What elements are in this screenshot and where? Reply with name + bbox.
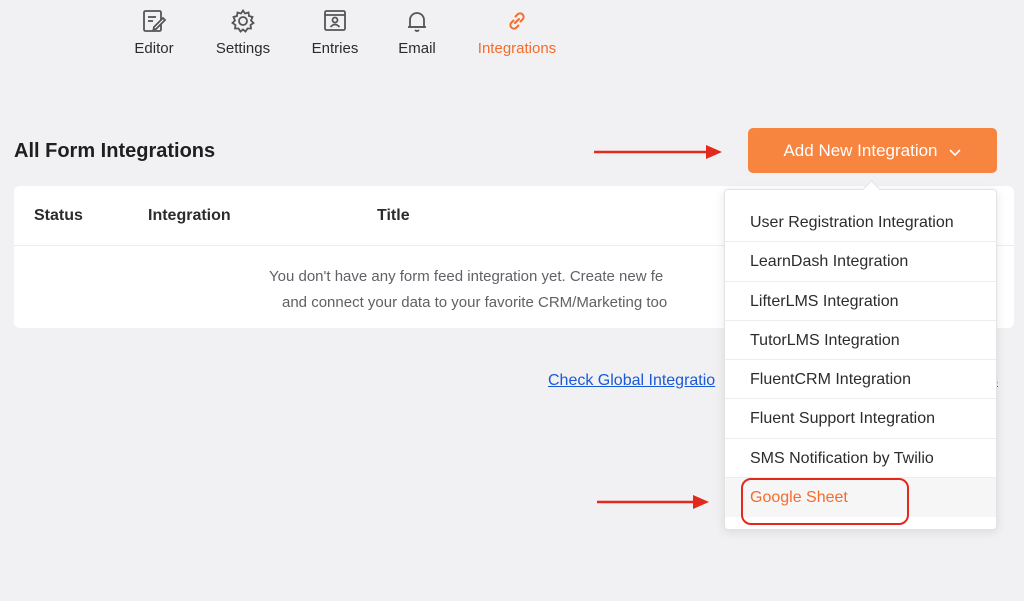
empty-state-line-1: You don't have any form feed integration… [269, 268, 664, 285]
menu-item-fluentcrm[interactable]: FluentCRM Integration [725, 360, 996, 400]
tab-editor-label: Editor [134, 40, 174, 57]
tab-entries[interactable]: Entries [309, 8, 361, 57]
link-icon [504, 8, 530, 34]
tab-email[interactable]: Email [396, 8, 438, 57]
dropdown-list: User Registration Integration LearnDash … [725, 203, 996, 518]
column-integration: Integration [148, 207, 231, 224]
entries-icon [322, 8, 348, 34]
add-new-integration-label: Add New Integration [783, 140, 938, 160]
annotation-highlight-ring [741, 478, 909, 525]
edit-icon [141, 8, 167, 34]
menu-item-user-registration[interactable]: User Registration Integration [725, 203, 996, 243]
top-navigation: Editor Settings Entries Email Integratio… [0, 0, 1024, 80]
empty-state-line-2: and connect your data to your favorite C… [282, 294, 668, 311]
tab-integrations-label: Integrations [477, 40, 557, 57]
gear-icon [230, 8, 256, 34]
column-status: Status [34, 207, 83, 224]
column-title: Title [377, 207, 410, 224]
page-title: All Form Integrations [14, 140, 216, 162]
menu-item-sms-twilio[interactable]: SMS Notification by Twilio [725, 439, 996, 479]
chevron-down-icon [948, 144, 962, 158]
add-new-integration-button[interactable]: Add New Integration [748, 128, 997, 173]
tab-entries-label: Entries [311, 40, 359, 57]
annotation-arrow-top [594, 145, 722, 159]
check-global-integrations-link[interactable]: Check Global Integratio [548, 372, 715, 390]
tab-settings-label: Settings [215, 40, 271, 57]
tab-email-label: Email [398, 40, 436, 57]
menu-item-lifterlms[interactable]: LifterLMS Integration [725, 282, 996, 321]
bell-icon [404, 8, 430, 34]
empty-state-message: You don't have any form feed integration… [269, 264, 749, 316]
tab-settings[interactable]: Settings [212, 8, 274, 57]
tab-editor[interactable]: Editor [132, 8, 176, 57]
menu-item-fluent-support[interactable]: Fluent Support Integration [725, 399, 996, 439]
menu-item-learndash[interactable]: LearnDash Integration [725, 242, 996, 282]
annotation-arrow-bottom [597, 495, 709, 509]
tab-integrations[interactable]: Integrations [474, 8, 560, 57]
menu-item-tutorlms[interactable]: TutorLMS Integration [725, 321, 996, 361]
